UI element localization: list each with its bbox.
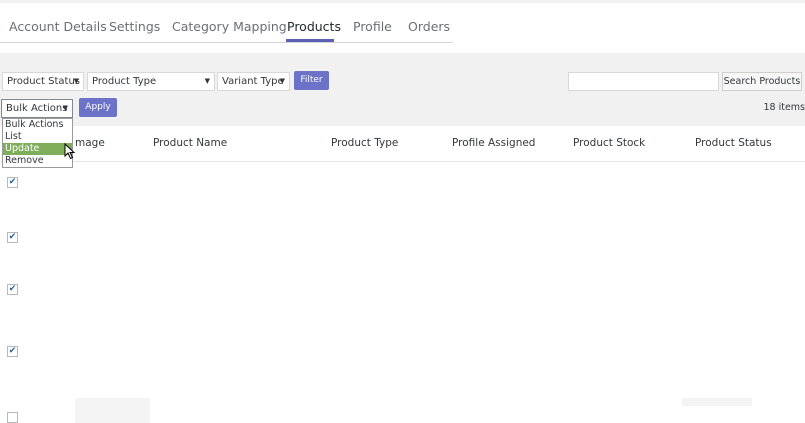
table-header: mage Product Name Product Type Profile A… xyxy=(0,126,805,162)
chevron-down-icon: ▼ xyxy=(62,104,68,112)
bulk-actions-dropdown[interactable]: Bulk Actions List Update Remove xyxy=(2,118,73,168)
apply-button[interactable]: Apply xyxy=(79,98,117,117)
active-tab-indicator xyxy=(286,39,334,42)
product-status-label: Product Status xyxy=(7,76,81,87)
row-checkbox[interactable]: ✔ xyxy=(7,284,18,295)
variant-type-select[interactable]: Variant Type ▼ xyxy=(217,72,290,91)
column-profile-assigned: Profile Assigned xyxy=(452,137,536,149)
dropdown-option[interactable]: Bulk Actions xyxy=(3,119,72,131)
row-checkbox[interactable]: ✔ xyxy=(7,232,18,243)
tab-profile[interactable]: Profile xyxy=(353,19,392,34)
product-type-label: Product Type xyxy=(92,76,157,87)
column-product-status: Product Status xyxy=(695,137,772,149)
column-image: mage xyxy=(75,137,105,149)
search-products-button[interactable]: Search Products xyxy=(722,72,802,91)
row-checkbox[interactable]: ✔ xyxy=(7,177,18,188)
row-placeholder xyxy=(682,398,752,406)
tab-settings[interactable]: Settings xyxy=(109,19,160,34)
variant-type-label: Variant Type xyxy=(222,76,284,87)
dropdown-option[interactable]: List xyxy=(3,131,72,143)
tab-products[interactable]: Products xyxy=(287,19,341,34)
dropdown-option[interactable]: Update xyxy=(3,143,72,155)
bulk-actions-select[interactable]: Bulk Actions ▼ xyxy=(1,99,73,118)
column-product-type: Product Type xyxy=(331,137,399,149)
tab-orders[interactable]: Orders xyxy=(408,19,450,34)
top-strip xyxy=(0,0,805,3)
tab-bar: Account Details Settings Category Mappin… xyxy=(0,11,453,43)
column-product-name[interactable]: Product Name xyxy=(153,137,227,149)
product-thumbnail xyxy=(75,398,150,423)
row-checkbox[interactable] xyxy=(7,412,18,423)
row-checkbox[interactable]: ✔ xyxy=(7,346,18,357)
bulk-actions-label: Bulk Actions xyxy=(6,103,68,114)
mouse-cursor-icon xyxy=(64,143,76,160)
dropdown-option[interactable]: Remove xyxy=(3,155,72,167)
tab-category-mapping[interactable]: Category Mapping xyxy=(172,19,287,34)
column-product-stock: Product Stock xyxy=(573,137,646,149)
product-type-select[interactable]: Product Type ▼ xyxy=(87,72,215,91)
search-input[interactable] xyxy=(568,72,719,91)
chevron-down-icon: ▼ xyxy=(279,77,285,85)
chevron-down-icon: ▼ xyxy=(73,77,79,85)
tab-account-details[interactable]: Account Details xyxy=(9,19,107,34)
items-count: 18 items xyxy=(763,102,805,113)
filter-button[interactable]: Filter xyxy=(294,71,329,90)
chevron-down-icon: ▼ xyxy=(204,77,210,85)
product-status-select[interactable]: Product Status ▼ xyxy=(2,72,84,91)
